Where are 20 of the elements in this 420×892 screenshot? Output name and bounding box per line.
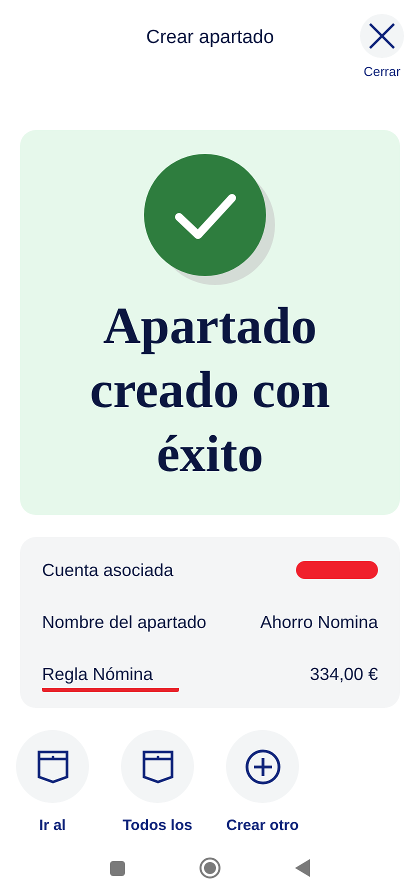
close-label: Cerrar bbox=[364, 63, 400, 81]
detail-value: 334,00 € bbox=[310, 662, 378, 686]
recents-icon[interactable] bbox=[110, 860, 125, 876]
action-label: Ir al bbox=[39, 816, 66, 836]
checkmark-icon bbox=[143, 153, 277, 287]
detail-label: Regla Nómina bbox=[42, 660, 179, 692]
detail-value: Ahorro Nomina bbox=[260, 610, 378, 634]
action-label: Todos los bbox=[122, 816, 192, 836]
home-icon[interactable] bbox=[199, 857, 221, 879]
pocket-icon bbox=[36, 750, 68, 784]
pocket-icon bbox=[142, 750, 174, 784]
action-label: Crear otro bbox=[226, 816, 299, 836]
detail-label: Cuenta asociada bbox=[42, 558, 174, 582]
close-button[interactable] bbox=[360, 14, 404, 58]
close-icon bbox=[369, 23, 395, 49]
plus-circle-icon bbox=[244, 748, 280, 784]
success-message: Apartado creado con éxito bbox=[88, 297, 332, 485]
back-icon[interactable] bbox=[295, 859, 310, 877]
detail-label: Nombre del apartado bbox=[42, 610, 206, 634]
page-title: Crear apartado bbox=[146, 26, 274, 50]
